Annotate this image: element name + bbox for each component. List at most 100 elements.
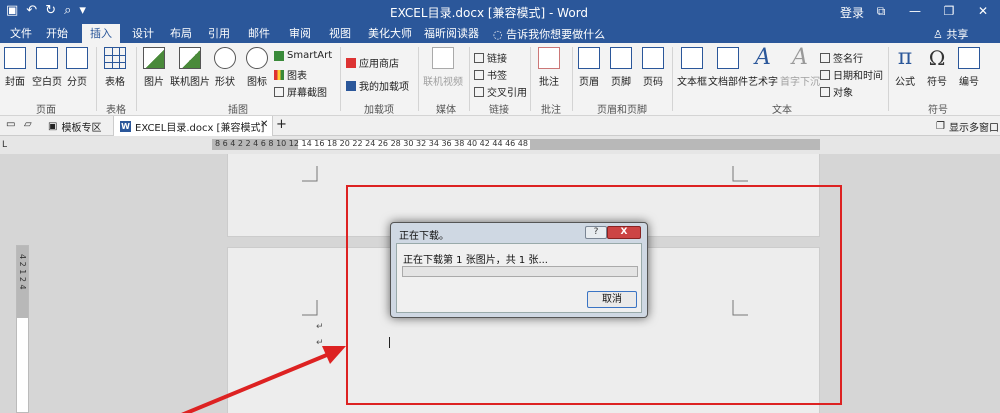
cross-ref-button[interactable]: 交叉引用 [474, 84, 527, 99]
tab-design[interactable]: 设计 [130, 24, 156, 43]
dropcap-label: 首字下沉 [780, 77, 820, 88]
header-button[interactable]: 页眉 [578, 47, 600, 88]
cover-button[interactable]: 封面 [4, 47, 26, 88]
group-divider [469, 47, 470, 111]
print-preview-icon[interactable]: ⌕ [64, 3, 71, 19]
tab-file[interactable]: 文件 [8, 24, 34, 43]
document-tab-strip: ▭ ▱ ▣ 模板专区 W EXCEL目录.docx [兼容模式] ✕ + ❐ 显示多窗… [0, 116, 1000, 136]
close-tab-icon[interactable]: ✕ [260, 119, 268, 130]
page-number-icon [642, 47, 664, 69]
tab-layout[interactable]: 布局 [168, 24, 194, 43]
doc-parts-label: 文档部件 [708, 77, 748, 88]
equation-button[interactable]: π 公式 [894, 45, 916, 89]
template-zone-label: 模板专区 [61, 123, 102, 134]
smartart-button[interactable]: SmartArt [274, 50, 332, 61]
ribbon-insert: 封面 空白页 分页 页面 表格 表格 图片 联机图片 形状 图标 SmartAr… [0, 43, 1000, 116]
my-addins-button[interactable]: 我的加载项 [346, 78, 409, 93]
share-button[interactable]: ♙ 共享 [933, 26, 968, 42]
undo-icon[interactable]: ↶ [26, 3, 37, 19]
header-icon [578, 47, 600, 69]
doc-parts-button[interactable]: 文档部件 [708, 47, 748, 88]
page-break-button[interactable]: 分页 [66, 47, 88, 88]
link-button[interactable]: 链接 [474, 50, 507, 65]
textbox-button[interactable]: 文本框 [677, 47, 707, 88]
tab-review[interactable]: 审阅 [287, 24, 313, 43]
save-icon[interactable]: ▣ [6, 3, 18, 19]
shape-icon [214, 47, 236, 69]
template-zone-tab[interactable]: ▣ 模板专区 [48, 119, 101, 134]
folder-icon[interactable]: ▱ [24, 119, 32, 130]
ribbon-display-options-icon[interactable]: ⧉ [864, 0, 898, 22]
tab-document[interactable]: W EXCEL目录.docx [兼容模式] ✕ [113, 116, 273, 136]
tab-mailings[interactable]: 邮件 [246, 24, 272, 43]
show-multi-window-button[interactable]: ❐ 显示多窗口 [936, 119, 999, 134]
cross-ref-label: 交叉引用 [487, 88, 527, 99]
vertical-ruler-ticks: 4 2 1 2 4 [18, 254, 27, 290]
horizontal-ruler[interactable]: L 8 6 4 2 2 4 6 8 10 12 14 16 18 20 22 2… [0, 136, 1000, 154]
page-number-button[interactable]: 页码 [642, 47, 664, 88]
customize-chevron-icon[interactable]: ▾ [79, 3, 86, 19]
group-symbols: 符号 [928, 105, 948, 116]
blank-page-button[interactable]: 空白页 [32, 47, 62, 88]
windows-icon: ❐ [936, 121, 945, 132]
pi-icon: π [897, 45, 913, 70]
signature-icon [820, 52, 830, 63]
date-time-label: 日期和时间 [833, 71, 883, 82]
minimize-button[interactable]: — [898, 0, 932, 22]
group-tables: 表格 [106, 105, 126, 116]
tell-me-search[interactable]: ◌ 告诉我你想要做什么 [493, 26, 605, 42]
login-link[interactable]: 登录 [840, 4, 864, 21]
footer-button[interactable]: 页脚 [610, 47, 632, 88]
help-button[interactable]: ? [585, 226, 607, 239]
tab-view[interactable]: 视图 [327, 24, 353, 43]
smartart-icon [274, 50, 284, 61]
vertical-ruler[interactable]: 4 2 1 2 4 [16, 245, 29, 413]
tab-references[interactable]: 引用 [206, 24, 232, 43]
picture-button[interactable]: 图片 [143, 47, 165, 88]
object-button[interactable]: 对象 [820, 84, 853, 99]
wordart-button[interactable]: A 艺术字 [748, 47, 778, 89]
tab-home[interactable]: 开始 [44, 24, 70, 43]
tab-beautify[interactable]: 美化大师 [366, 24, 414, 43]
paragraph-mark-icon: ↵ [316, 338, 324, 348]
tab-selector[interactable]: L [2, 140, 7, 150]
smartart-label: SmartArt [287, 50, 333, 61]
icons-button[interactable]: 图标 [246, 47, 268, 88]
table-button[interactable]: 表格 [104, 47, 126, 88]
symbol-button[interactable]: Ω 符号 [926, 47, 948, 88]
tab-foxit-reader[interactable]: 福昕阅读器 [422, 24, 481, 43]
new-tab-icon[interactable]: + [276, 117, 287, 132]
numbering-label: 编号 [959, 77, 979, 88]
dropcap-button[interactable]: A 首字下沉 [780, 47, 820, 89]
date-time-button[interactable]: 日期和时间 [820, 67, 883, 82]
signature-line-button[interactable]: 签名行 [820, 50, 863, 65]
maximize-button[interactable]: ❐ [932, 0, 966, 22]
chart-label: 图表 [287, 71, 307, 82]
group-divider [572, 47, 573, 111]
footer-label: 页脚 [611, 77, 631, 88]
dialog-title: 正在下载。 [399, 231, 449, 242]
addins-icon [346, 80, 356, 91]
textbox-icon [681, 47, 703, 69]
online-video-button[interactable]: 联机视频 [423, 47, 463, 88]
numbering-button[interactable]: 编号 [958, 47, 980, 88]
cancel-button[interactable]: 取消 [587, 291, 637, 308]
new-doc-icon[interactable]: ▭ [6, 119, 15, 130]
close-button[interactable]: ✕ [966, 0, 1000, 22]
shape-button[interactable]: 形状 [214, 47, 236, 88]
calendar-icon [820, 69, 830, 80]
screenshot-button[interactable]: 屏幕截图 [274, 84, 327, 99]
redo-icon[interactable]: ↻ [45, 3, 56, 19]
online-picture-button[interactable]: 联机图片 [170, 47, 210, 88]
comment-button[interactable]: 批注 [538, 47, 560, 88]
picture-icon [143, 47, 165, 69]
icons-label: 图标 [247, 77, 267, 88]
show-multi-window-label: 显示多窗口 [948, 123, 999, 134]
signature-line-label: 签名行 [833, 54, 863, 65]
dialog-close-button[interactable]: X [607, 226, 641, 239]
bookmark-button[interactable]: 书签 [474, 67, 507, 82]
chart-button[interactable]: 图表 [274, 67, 307, 82]
app-store-button[interactable]: 应用商店 [346, 55, 399, 70]
group-divider [340, 47, 341, 111]
tab-insert[interactable]: 插入 [82, 24, 120, 43]
